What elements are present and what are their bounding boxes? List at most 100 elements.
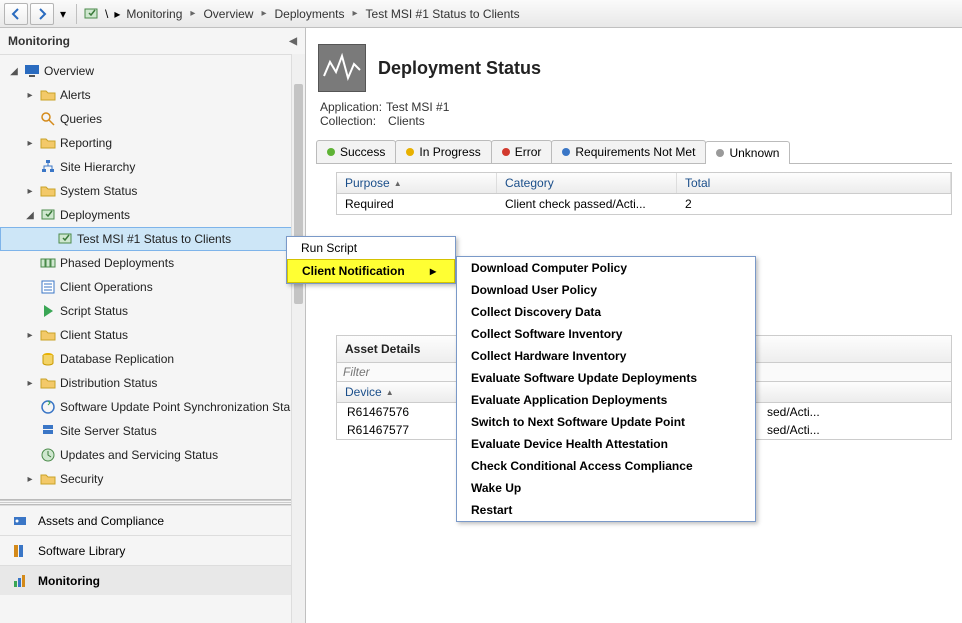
phased-icon xyxy=(40,255,56,271)
tree-alerts[interactable]: ▸ Alerts xyxy=(0,83,305,107)
tree-reporting[interactable]: ▸ Reporting xyxy=(0,131,305,155)
collapse-icon[interactable]: ◢ xyxy=(24,210,36,221)
updates-icon xyxy=(40,447,56,463)
tab-error[interactable]: Error xyxy=(491,140,553,163)
tree-test-msi[interactable]: Test MSI #1 Status to Clients xyxy=(0,227,305,251)
collection-value: Clients xyxy=(388,114,425,128)
server-icon xyxy=(40,423,56,439)
forward-button[interactable] xyxy=(30,3,54,25)
collapse-pane-button[interactable]: ◀ xyxy=(289,36,297,47)
menu-check-conditional-access[interactable]: Check Conditional Access Compliance xyxy=(457,455,755,477)
cell-purpose: Required xyxy=(337,194,497,214)
menu-collect-software-inventory[interactable]: Collect Software Inventory xyxy=(457,323,755,345)
play-icon xyxy=(40,303,56,319)
breadcrumb-leaf[interactable]: Test MSI #1 Status to Clients xyxy=(362,5,524,23)
menu-evaluate-software-update[interactable]: Evaluate Software Update Deployments xyxy=(457,367,755,389)
tree-database-replication[interactable]: Database Replication xyxy=(0,347,305,371)
navigation-pane: Monitoring ◀ ◢ Overview ▸ Alerts Queries… xyxy=(0,28,306,623)
menu-restart[interactable]: Restart xyxy=(457,499,755,521)
context-menu: Run Script Client Notification ▸ xyxy=(286,236,456,284)
list-icon xyxy=(40,279,56,295)
tree-deployments[interactable]: ◢ Deployments xyxy=(0,203,305,227)
chevron-right-icon: ▸ xyxy=(261,8,266,19)
chevron-right-icon: ▸ xyxy=(114,7,120,21)
menu-download-computer-policy[interactable]: Download Computer Policy xyxy=(457,257,755,279)
workspace-assets[interactable]: Assets and Compliance xyxy=(0,505,305,535)
expand-icon[interactable]: ▸ xyxy=(24,90,36,101)
breadcrumb-overview[interactable]: Overview xyxy=(199,5,257,23)
address-toolbar: ▾ \ ▸ Monitoring ▸ Overview ▸ Deployment… xyxy=(0,0,962,28)
tree-overview[interactable]: ◢ Overview xyxy=(0,59,305,83)
summary-grid: Purpose▲ Category Total Required Client … xyxy=(336,172,952,215)
expand-icon[interactable]: ▸ xyxy=(24,378,36,389)
expand-icon[interactable]: ▸ xyxy=(24,474,36,485)
tab-success[interactable]: Success xyxy=(316,140,396,163)
col-compliance[interactable] xyxy=(757,382,951,402)
expand-icon[interactable]: ▸ xyxy=(24,330,36,341)
tree-client-status[interactable]: ▸ Client Status xyxy=(0,323,305,347)
tree-script-status[interactable]: Script Status xyxy=(0,299,305,323)
hierarchy-icon xyxy=(40,159,56,175)
breadcrumb-deployments[interactable]: Deployments xyxy=(270,5,348,23)
status-tabs: Success In Progress Error Requirements N… xyxy=(316,140,952,164)
menu-wake-up[interactable]: Wake Up xyxy=(457,477,755,499)
expand-icon[interactable]: ▸ xyxy=(24,186,36,197)
chart-icon xyxy=(12,573,28,589)
table-row[interactable]: Required Client check passed/Acti... 2 xyxy=(337,194,951,214)
tree-system-status[interactable]: ▸ System Status xyxy=(0,179,305,203)
application-label: Application: xyxy=(320,100,382,114)
folder-icon xyxy=(40,183,56,199)
tree-site-hierarchy[interactable]: Site Hierarchy xyxy=(0,155,305,179)
expand-icon[interactable]: ▸ xyxy=(24,138,36,149)
col-category[interactable]: Category xyxy=(497,173,677,193)
tree-updates-servicing[interactable]: Updates and Servicing Status xyxy=(0,443,305,467)
collapse-icon[interactable]: ◢ xyxy=(8,66,20,77)
tree-sup-sync[interactable]: Software Update Point Synchronization St… xyxy=(0,395,305,419)
menu-collect-discovery-data[interactable]: Collect Discovery Data xyxy=(457,301,755,323)
sort-asc-icon: ▲ xyxy=(386,388,394,397)
breadcrumb-monitoring[interactable]: Monitoring xyxy=(122,5,186,23)
tab-in-progress[interactable]: In Progress xyxy=(395,140,491,163)
cell-compliance: sed/Acti... xyxy=(757,421,951,439)
menu-download-user-policy[interactable]: Download User Policy xyxy=(457,279,755,301)
nav-scrollbar[interactable] xyxy=(291,54,305,623)
menu-evaluate-device-health[interactable]: Evaluate Device Health Attestation xyxy=(457,433,755,455)
menu-collect-hardware-inventory[interactable]: Collect Hardware Inventory xyxy=(457,345,755,367)
tree-client-operations[interactable]: Client Operations xyxy=(0,275,305,299)
menu-run-script[interactable]: Run Script xyxy=(287,237,455,259)
workspace-monitoring[interactable]: Monitoring xyxy=(0,565,305,595)
menu-client-notification[interactable]: Client Notification ▸ xyxy=(287,259,455,283)
tab-unknown[interactable]: Unknown xyxy=(705,141,790,164)
tree-queries[interactable]: Queries xyxy=(0,107,305,131)
breadcrumb: Monitoring ▸ Overview ▸ Deployments ▸ Te… xyxy=(122,5,523,23)
deployment-status-icon xyxy=(318,44,366,92)
cell-category: Client check passed/Acti... xyxy=(497,194,677,214)
search-icon xyxy=(40,111,56,127)
menu-evaluate-application-deployments[interactable]: Evaluate Application Deployments xyxy=(457,389,755,411)
tree-distribution-status[interactable]: ▸ Distribution Status xyxy=(0,371,305,395)
workspace-software-library[interactable]: Software Library xyxy=(0,535,305,565)
context-submenu: Download Computer Policy Download User P… xyxy=(456,256,756,522)
col-total[interactable]: Total xyxy=(677,173,951,193)
library-icon xyxy=(12,543,28,559)
history-dropdown[interactable]: ▾ xyxy=(56,7,70,21)
workspace-bar: Assets and Compliance Software Library M… xyxy=(0,505,305,595)
deployment-meta: Application: Test MSI #1 Collection: Cli… xyxy=(306,100,962,136)
folder-icon xyxy=(40,471,56,487)
nav-tree: ◢ Overview ▸ Alerts Queries ▸ Reporting xyxy=(0,55,305,495)
breadcrumb-root[interactable]: \ xyxy=(101,7,112,21)
chevron-right-icon: ▸ xyxy=(190,8,195,19)
cell-compliance: sed/Acti... xyxy=(757,403,951,421)
tab-req-not-met[interactable]: Requirements Not Met xyxy=(551,140,706,163)
assets-icon xyxy=(12,513,28,529)
menu-switch-sup[interactable]: Switch to Next Software Update Point xyxy=(457,411,755,433)
folder-icon xyxy=(40,375,56,391)
back-button[interactable] xyxy=(4,3,28,25)
folder-icon xyxy=(40,327,56,343)
tree-phased-deployments[interactable]: Phased Deployments xyxy=(0,251,305,275)
tree-security[interactable]: ▸ Security xyxy=(0,467,305,491)
col-purpose[interactable]: Purpose▲ xyxy=(337,173,497,193)
folder-icon xyxy=(40,87,56,103)
tree-site-server-status[interactable]: Site Server Status xyxy=(0,419,305,443)
sort-asc-icon: ▲ xyxy=(394,179,402,188)
